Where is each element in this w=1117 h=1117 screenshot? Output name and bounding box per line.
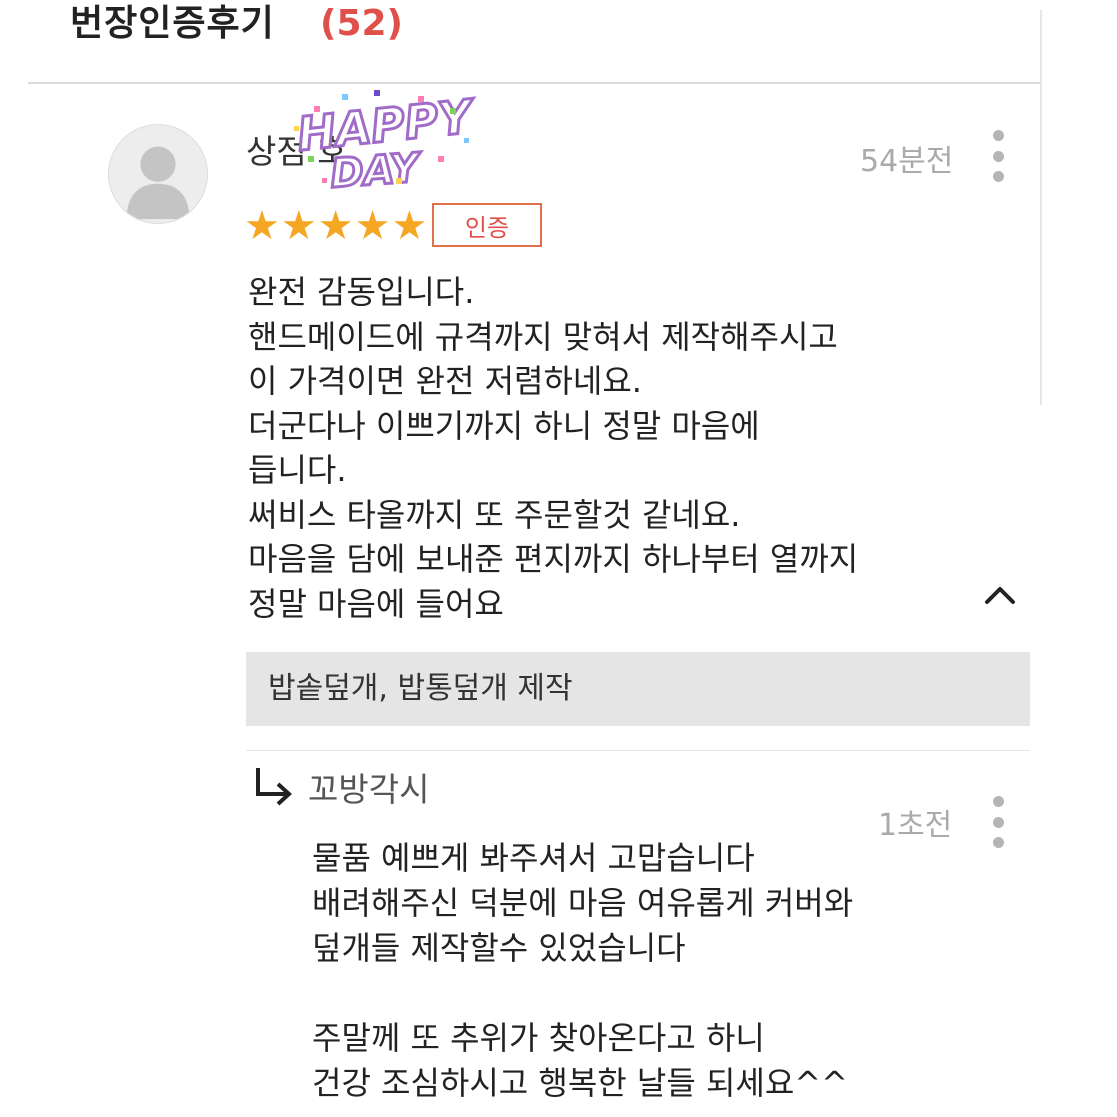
review-line: 써비스 타올까지 또 주문할것 같네요. — [248, 495, 741, 534]
avatar[interactable] — [108, 124, 208, 224]
reply-line: 덮개들 제작할수 있었습니다 — [312, 929, 686, 967]
reply-line — [312, 971, 1012, 1016]
product-option[interactable]: 밥솥덮개, 밥통덮개 제작 — [246, 652, 1030, 726]
more-options-icon[interactable] — [988, 130, 1008, 182]
review-line: 마음을 담에 보내준 편지까지 하나부터 열까지 — [248, 540, 859, 578]
side-divider — [1040, 10, 1042, 405]
star-icon: ★ — [244, 203, 280, 249]
review-text: 완전 감동입니다. 핸드메이드에 규격까지 맞혀서 제작해주시고 이 가격이면 … — [248, 270, 1008, 626]
user-silhouette-icon — [126, 146, 190, 220]
verified-badge: 인증 — [432, 203, 542, 247]
reply-line: 건강 조심하시고 행복한 날들 되세요^^ — [312, 1064, 848, 1102]
star-icon: ★ — [391, 203, 428, 249]
happy-day-sticker: HAPPY DAY — [293, 87, 478, 194]
reply-author-name[interactable]: 꼬방각시 — [308, 766, 429, 814]
reply-line: 배려해주신 덕분에 마음 여유롭게 커버와 — [312, 884, 854, 922]
product-option-label: 밥솥덮개, 밥통덮개 제작 — [268, 671, 573, 706]
review-line: 핸드메이드에 규격까지 맞혀서 제작해주시고 — [248, 317, 838, 356]
page-title: 번장인증후기 — [70, 3, 275, 44]
reply-line: 물품 예쁘게 봐주셔서 고맙습니다 — [312, 839, 755, 877]
reply-text: 물품 예쁘게 봐주셔서 고맙습니다 배려해주신 덕분에 마음 여유롭게 커버와 … — [312, 836, 1012, 1106]
rating-stars: ★ ★ ★ ★ ★ — [244, 204, 427, 248]
star-icon: ★ — [317, 203, 354, 249]
header-divider — [28, 82, 1040, 84]
reply-line: 주말께 또 추위가 찾아온다고 하니 — [312, 1019, 765, 1057]
review-line: 완전 감동입니다. — [248, 273, 475, 311]
review-line: 이 가격이면 완전 저렴하네요. — [248, 362, 642, 400]
star-icon: ★ — [354, 203, 391, 249]
review-line: 정말 마음에 들어요 — [248, 584, 504, 623]
reply-arrow-icon — [256, 768, 292, 806]
star-icon: ★ — [280, 203, 317, 249]
review-line: 더군다나 이쁘기까지 하니 정말 마음에 — [248, 406, 760, 445]
review-time: 54분전 — [860, 144, 954, 179]
review-line: 듭니다. — [248, 451, 347, 489]
svg-text:DAY: DAY — [329, 145, 425, 194]
review-count: (52) — [320, 3, 404, 44]
chevron-up-icon[interactable] — [982, 580, 1018, 610]
reply-divider — [246, 750, 1030, 751]
